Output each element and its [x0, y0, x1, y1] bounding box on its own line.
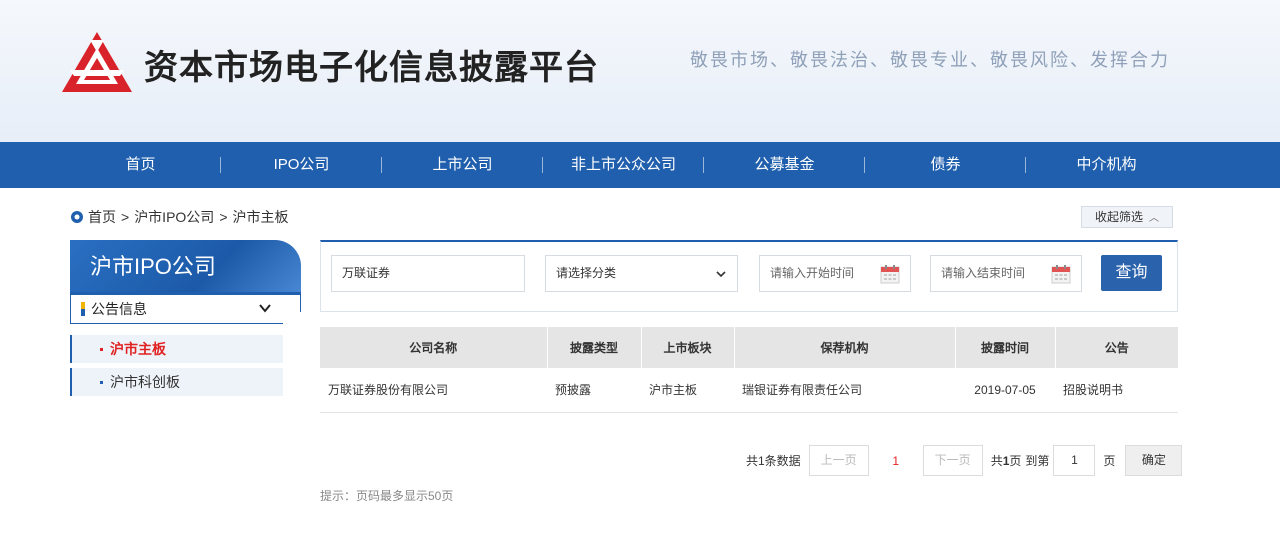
- goto-suffix: 页: [1103, 454, 1116, 468]
- filter-panel: 万联证券 请选择分类 请输入开始时间 请输入结束时间 查询: [320, 240, 1178, 312]
- goto-page-input[interactable]: 1: [1053, 445, 1096, 476]
- start-date-input[interactable]: 请输入开始时间: [759, 255, 911, 292]
- sidebar-group-announcements[interactable]: 公告信息: [70, 292, 301, 324]
- site-slogan: 敬畏市场、敬畏法治、敬畏专业、敬畏风险、发挥合力: [690, 50, 1170, 71]
- breadcrumb-current: 沪市主板: [232, 209, 289, 225]
- pagination-hint: 提示：页码最多显示50页: [320, 489, 454, 503]
- nav-item-home[interactable]: 首页: [60, 142, 221, 188]
- column-header-disclosure-date: 披露时间: [955, 327, 1056, 368]
- results-table: 公司名称 披露类型 上市板块 保荐机构 披露时间 公告 万联证券股份有限公司 预…: [320, 327, 1178, 413]
- site-header: 资本市场电子化信息披露平台 敬畏市场、敬畏法治、敬畏专业、敬畏风险、发挥合力: [0, 0, 1280, 142]
- nav-item-listed[interactable]: 上市公司: [382, 142, 543, 188]
- main-nav: 首页 IPO公司 上市公司 非上市公众公司 公募基金 债券 中介机构: [0, 142, 1280, 188]
- column-header-company: 公司名称: [320, 327, 548, 368]
- calendar-icon[interactable]: [880, 264, 900, 284]
- column-header-sponsor: 保荐机构: [734, 327, 956, 368]
- group-marker-icon: [81, 302, 85, 316]
- bullet-icon: [100, 381, 103, 384]
- calendar-icon[interactable]: [1051, 264, 1071, 284]
- chevron-down-icon: [259, 304, 271, 313]
- nav-item-intermediaries[interactable]: 中介机构: [1026, 142, 1187, 188]
- cell-announcement-link[interactable]: 招股说明书: [1055, 368, 1178, 413]
- sidebar-group-label: 公告信息: [91, 301, 147, 317]
- breadcrumb: 首页 > 沪市IPO公司 > 沪市主板: [70, 207, 289, 227]
- pages-prefix: 共: [990, 454, 1003, 468]
- cell-disclosure-type: 预披露: [547, 368, 641, 413]
- breadcrumb-separator: >: [121, 209, 130, 225]
- pagination-page-count: 共1页: [991, 452, 1022, 469]
- nav-item-bonds[interactable]: 债券: [865, 142, 1026, 188]
- cell-board: 沪市主板: [641, 368, 734, 413]
- site-title: 资本市场电子化信息披露平台: [144, 48, 599, 88]
- sidebar-title: 沪市IPO公司: [90, 254, 216, 279]
- pages-suffix: 页: [1009, 454, 1022, 468]
- nav-item-ipo[interactable]: IPO公司: [221, 142, 382, 188]
- bullet-icon: [100, 348, 103, 351]
- prev-page-button[interactable]: 上一页: [808, 445, 869, 476]
- chevron-down-icon: [716, 271, 726, 278]
- sidebar-fold-mask: [283, 312, 301, 326]
- chevron-up-icon: ︿: [1149, 213, 1159, 224]
- nav-item-public-funds[interactable]: 公募基金: [704, 142, 865, 188]
- breadcrumb-separator: >: [219, 209, 228, 225]
- pagination: 共1条数据 上一页 1 下一页 共1页 到第 1 页 确定: [746, 445, 1183, 476]
- column-header-announcement: 公告: [1055, 327, 1178, 368]
- goto-label: 到第: [1025, 454, 1050, 468]
- start-date-placeholder: 请输入开始时间: [770, 266, 855, 280]
- goto-confirm-button[interactable]: 确定: [1125, 445, 1183, 476]
- table-row: 万联证券股份有限公司 预披露 沪市主板 瑞银证券有限责任公司 2019-07-0…: [320, 368, 1178, 413]
- nav-item-unlisted-public[interactable]: 非上市公众公司: [543, 142, 704, 188]
- sidebar-header: 沪市IPO公司: [70, 240, 301, 300]
- end-date-placeholder: 请输入结束时间: [941, 266, 1026, 280]
- sidebar-item-sh-star-market[interactable]: 沪市科创板: [70, 368, 283, 396]
- column-header-disclosure-type: 披露类型: [547, 327, 642, 368]
- company-search-input[interactable]: 万联证券: [331, 255, 525, 292]
- next-page-button[interactable]: 下一页: [922, 445, 983, 476]
- collapse-filter-label: 收起筛选: [1094, 210, 1143, 224]
- category-select[interactable]: 请选择分类: [545, 255, 738, 292]
- location-pin-icon: [71, 211, 83, 223]
- page-number-current[interactable]: 1: [869, 454, 923, 468]
- end-date-input[interactable]: 请输入结束时间: [930, 255, 1082, 292]
- breadcrumb-sh-ipo[interactable]: 沪市IPO公司: [134, 207, 214, 227]
- collapse-filter-button[interactable]: 收起筛选 ︿: [1081, 206, 1173, 228]
- sidebar-item-label: 沪市科创板: [110, 374, 180, 390]
- column-header-board: 上市板块: [641, 327, 735, 368]
- triangle-logo-icon[interactable]: [60, 30, 134, 94]
- query-button[interactable]: 查询: [1101, 255, 1162, 291]
- category-select-value: 请选择分类: [556, 266, 617, 280]
- table-header-row: 公司名称 披露类型 上市板块 保荐机构 披露时间 公告: [320, 327, 1178, 368]
- sidebar-item-label: 沪市主板: [110, 341, 166, 357]
- breadcrumb-home[interactable]: 首页: [88, 207, 116, 227]
- cell-disclosure-date: 2019-07-05: [955, 368, 1055, 413]
- cell-company: 万联证券股份有限公司: [320, 368, 547, 413]
- pagination-total: 共1条数据: [746, 454, 801, 468]
- sidebar-item-sh-main-board[interactable]: 沪市主板: [70, 335, 283, 363]
- cell-sponsor: 瑞银证券有限责任公司: [734, 368, 955, 413]
